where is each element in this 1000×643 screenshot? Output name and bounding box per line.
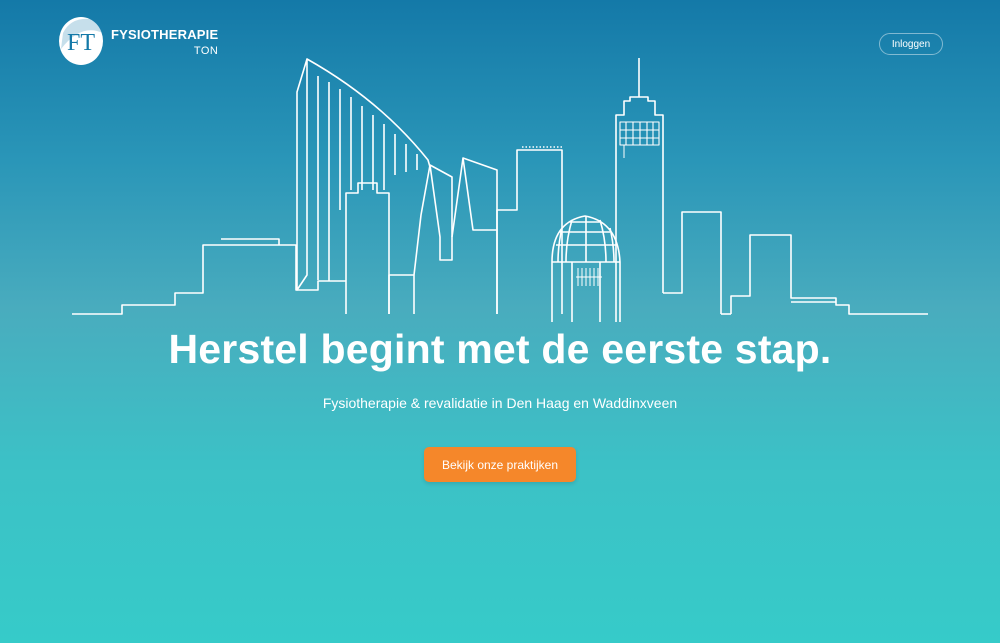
view-practices-button[interactable]: Bekijk onze praktijken: [424, 447, 576, 482]
hero-headline: Herstel begint met de eerste stap.: [168, 326, 832, 372]
hero-subline: Fysiotherapie & revalidatie in Den Haag …: [322, 395, 678, 411]
city-skyline-illustration: [72, 58, 928, 322]
